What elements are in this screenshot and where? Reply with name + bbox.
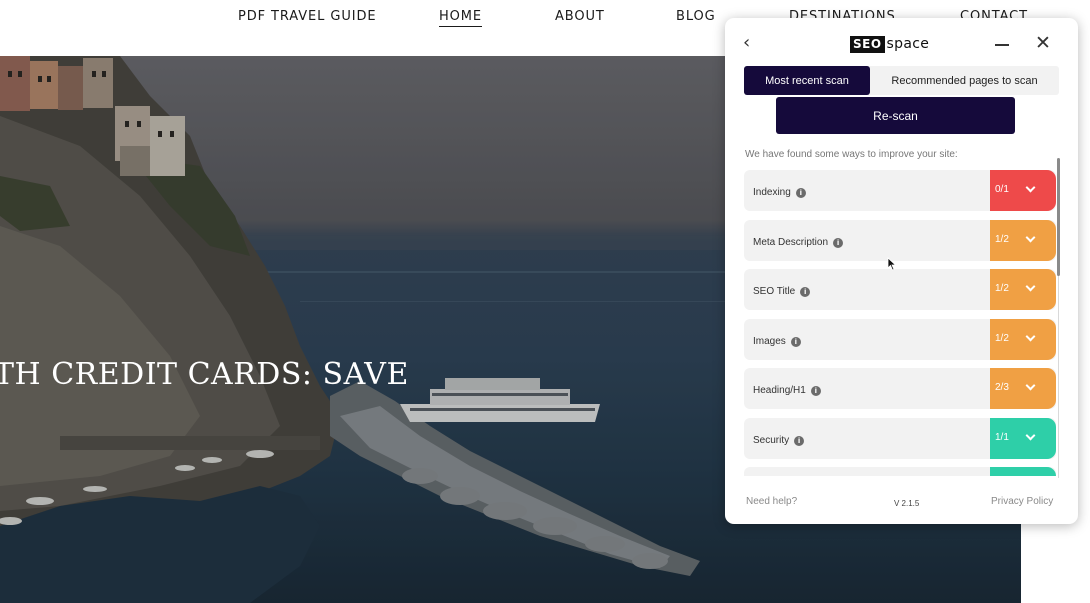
logo-box-text: SEO bbox=[850, 35, 885, 53]
check-list: Indexing i 0/1 Meta Description i 1/2 SEO … bbox=[744, 170, 1056, 476]
chevron-down-icon bbox=[1025, 232, 1036, 243]
check-label: Indexing i bbox=[753, 187, 806, 198]
check-label: SEO Title i bbox=[753, 286, 811, 297]
check-row-seo-title[interactable]: SEO Title i 1/2 bbox=[744, 269, 1056, 310]
check-label: Meta Description i bbox=[753, 237, 844, 248]
close-icon[interactable]: ✕ bbox=[1035, 33, 1051, 53]
score-badge[interactable]: 1/2 bbox=[990, 220, 1056, 261]
score-badge[interactable]: 0/1 bbox=[990, 170, 1056, 211]
check-label: Images i bbox=[753, 336, 801, 347]
nav-about[interactable]: ABOUT bbox=[555, 9, 605, 24]
check-row-partial[interactable] bbox=[744, 467, 1056, 476]
check-row-heading-h1[interactable]: Heading/H1 i 2/3 bbox=[744, 368, 1056, 409]
results-intro-text: We have found some ways to improve your … bbox=[745, 149, 958, 160]
check-row-images[interactable]: Images i 1/2 bbox=[744, 319, 1056, 360]
seo-space-panel: ‹ SEO space ✕ Most recent scan Recommend… bbox=[725, 18, 1078, 524]
check-row-meta-description[interactable]: Meta Description i 1/2 bbox=[744, 220, 1056, 261]
score-value: 1/2 bbox=[995, 234, 1009, 245]
tab-most-recent-scan[interactable]: Most recent scan bbox=[744, 66, 870, 95]
version-label: V 2.1.5 bbox=[894, 499, 920, 508]
need-help-link[interactable]: Need help? bbox=[746, 496, 797, 507]
score-value: 1/2 bbox=[995, 333, 1009, 344]
info-icon[interactable]: i bbox=[795, 187, 806, 198]
minimize-icon[interactable] bbox=[995, 44, 1009, 46]
score-value: 2/3 bbox=[995, 382, 1009, 393]
mouse-cursor-icon bbox=[887, 257, 897, 271]
chevron-down-icon bbox=[1025, 331, 1036, 342]
seo-space-logo: SEO space bbox=[850, 35, 929, 53]
chevron-down-icon bbox=[1025, 430, 1036, 441]
chevron-down-icon bbox=[1025, 281, 1036, 292]
scrollbar-thumb[interactable] bbox=[1057, 158, 1060, 276]
score-badge[interactable]: 1/2 bbox=[990, 319, 1056, 360]
score-badge[interactable] bbox=[990, 467, 1056, 476]
score-value: 1/2 bbox=[995, 283, 1009, 294]
score-badge[interactable]: 1/1 bbox=[990, 418, 1056, 459]
hero-headline: TH CREDIT CARDS: SAVE bbox=[0, 357, 409, 392]
chevron-down-icon bbox=[1025, 380, 1036, 391]
info-icon[interactable]: i bbox=[790, 336, 801, 347]
info-icon[interactable]: i bbox=[810, 385, 821, 396]
logo-word: space bbox=[886, 36, 930, 52]
privacy-policy-link[interactable]: Privacy Policy bbox=[991, 496, 1053, 507]
nav-pdf-travel-guide[interactable]: PDF TRAVEL GUIDE bbox=[238, 9, 377, 24]
chevron-down-icon bbox=[1025, 182, 1036, 193]
tab-recommended-pages[interactable]: Recommended pages to scan bbox=[870, 66, 1059, 95]
score-value: 1/1 bbox=[995, 432, 1009, 443]
info-icon[interactable]: i bbox=[794, 435, 805, 446]
check-label: Security i bbox=[753, 435, 805, 446]
info-icon[interactable]: i bbox=[833, 237, 844, 248]
chevron-left-icon[interactable]: ‹ bbox=[743, 32, 750, 53]
rescan-button[interactable]: Re-scan bbox=[776, 97, 1015, 134]
check-row-indexing[interactable]: Indexing i 0/1 bbox=[744, 170, 1056, 211]
score-badge[interactable]: 2/3 bbox=[990, 368, 1056, 409]
check-row-security[interactable]: Security i 1/1 bbox=[744, 418, 1056, 459]
scan-tabs: Most recent scan Recommended pages to sc… bbox=[744, 66, 1059, 95]
check-label: Heading/H1 i bbox=[753, 385, 821, 396]
score-value: 0/1 bbox=[995, 184, 1009, 195]
nav-blog[interactable]: BLOG bbox=[676, 9, 716, 24]
score-badge[interactable]: 1/2 bbox=[990, 269, 1056, 310]
nav-home[interactable]: HOME bbox=[439, 9, 483, 27]
info-icon[interactable]: i bbox=[800, 286, 811, 297]
